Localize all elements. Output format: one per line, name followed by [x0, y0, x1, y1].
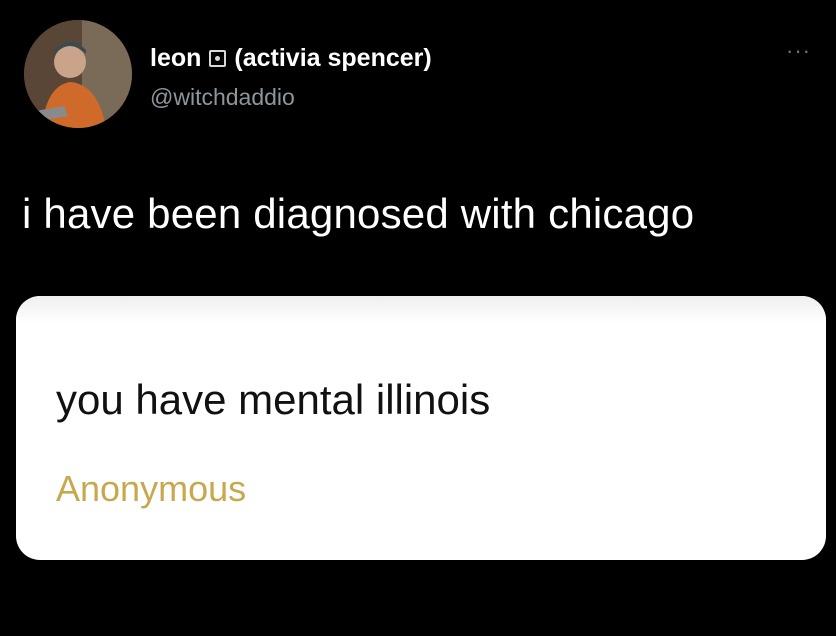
author-name-row[interactable]: leon (activia spencer) [150, 44, 432, 73]
tweet: leon (activia spencer) @witchdaddio ··· … [0, 0, 836, 636]
tweet-text: i have been diagnosed with chicago [22, 190, 695, 237]
author-handle[interactable]: @witchdaddio [150, 84, 295, 111]
author-display-name-suffix: (activia spencer) [234, 44, 432, 72]
more-options-icon[interactable]: ··· [786, 40, 811, 62]
avatar-image [24, 20, 132, 128]
emoji-box-icon [209, 50, 227, 67]
card-top-strip [16, 296, 826, 324]
author-display-name: leon [150, 44, 202, 72]
card-question: you have mental illinois [56, 376, 491, 423]
question-card: you have mental illinois Anonymous [16, 296, 826, 560]
avatar[interactable] [24, 20, 132, 128]
card-asker: Anonymous [56, 468, 247, 509]
